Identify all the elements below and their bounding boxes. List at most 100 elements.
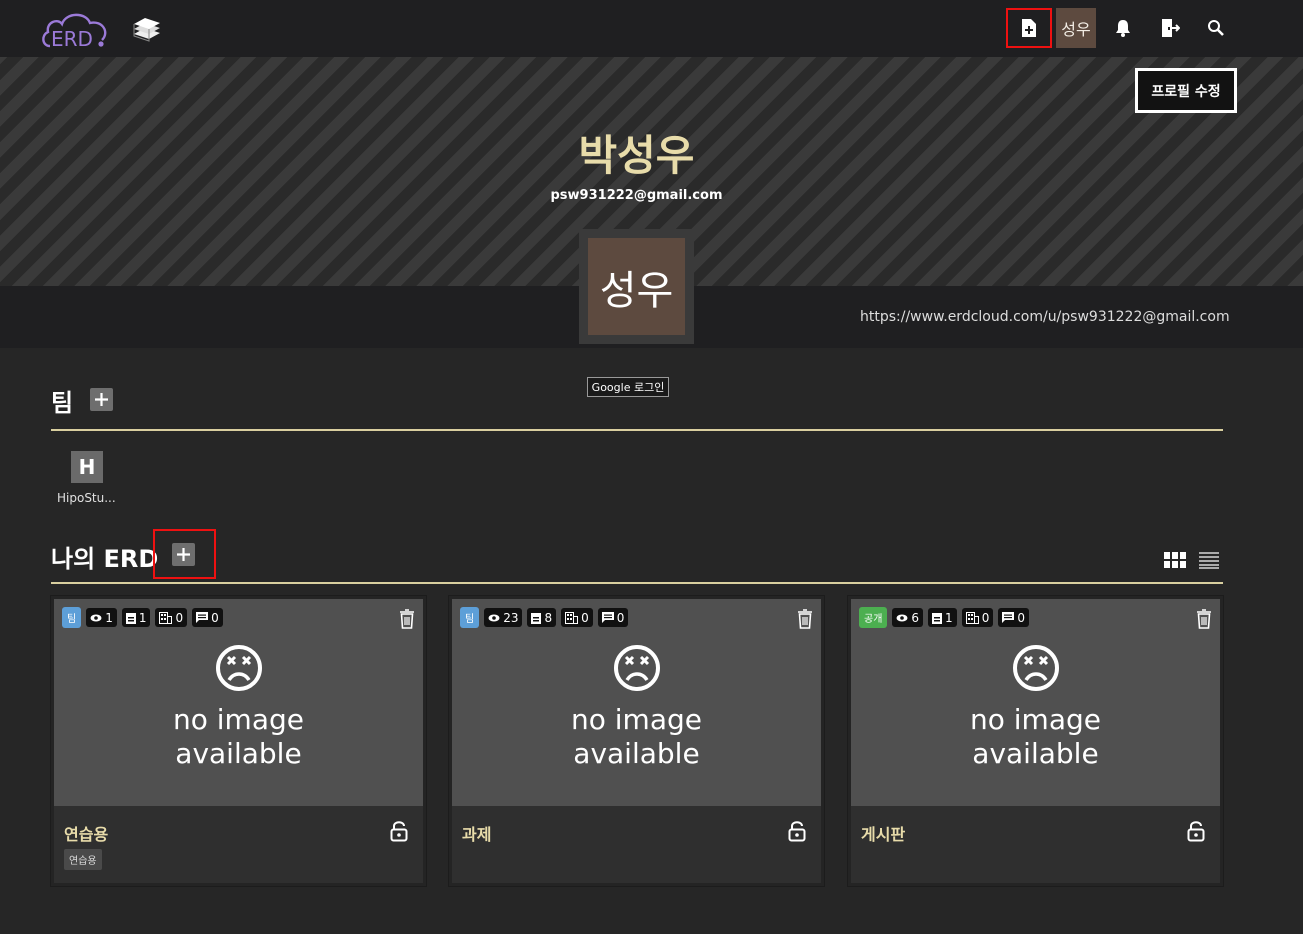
erd-title[interactable]: 연습용 (64, 821, 108, 845)
docs-stat: 1 (121, 608, 151, 627)
cloud-logo-icon: ERD (42, 13, 107, 51)
no-image-line1: no image (970, 703, 1101, 736)
building-icon (159, 611, 173, 624)
team-name[interactable]: HipoStu... (57, 491, 116, 505)
new-file-icon (1022, 19, 1036, 37)
no-image-line2: available (972, 737, 1099, 770)
sad-face-icon (612, 643, 662, 693)
no-image-text: no image available (851, 703, 1220, 771)
eye-icon (488, 614, 500, 621)
erd-badges: 팀 1 1 0 0 (62, 607, 223, 628)
views-stat: 1 (86, 608, 117, 627)
erd-card[interactable]: 팀 1 1 0 0 no image available 연습용 연습용 (51, 596, 426, 886)
trash-icon[interactable] (399, 609, 415, 629)
trash-icon[interactable] (1196, 609, 1212, 629)
notifications-button[interactable] (1106, 8, 1140, 48)
erd-title[interactable]: 과제 (462, 821, 491, 845)
tables-count: 0 (175, 610, 184, 625)
comment-icon (196, 612, 209, 623)
no-image-text: no image available (452, 703, 821, 771)
erdcloud-logo[interactable]: ERD (40, 8, 114, 51)
new-file-button[interactable] (1006, 8, 1052, 48)
erd-card[interactable]: 공개 6 1 0 0 no image available 게시판 (848, 596, 1223, 886)
docs-count: 8 (544, 610, 553, 625)
clipboard-icon (932, 612, 943, 624)
search-button[interactable] (1198, 8, 1234, 48)
comments-count: 0 (211, 610, 219, 625)
erd-badges: 공개 6 1 0 0 (859, 607, 1029, 628)
erd-tag[interactable]: 연습용 (64, 849, 102, 870)
top-bar: ERD 성우 (0, 0, 1303, 57)
unlock-icon (1187, 820, 1205, 842)
sad-face-icon (1011, 643, 1061, 693)
docs-stat: 1 (928, 608, 957, 627)
views-stat: 23 (484, 608, 523, 627)
erd-type-badge: 팀 (62, 607, 82, 628)
logout-icon (1162, 19, 1180, 37)
team-avatar[interactable]: H (71, 451, 103, 483)
no-image-line1: no image (173, 703, 304, 736)
sad-face-icon (214, 643, 264, 693)
unlock-icon (390, 820, 408, 842)
svg-text:ERD: ERD (51, 27, 93, 50)
comments-stat: 0 (192, 608, 223, 627)
trash-icon[interactable] (797, 609, 813, 629)
building-icon (565, 611, 579, 624)
erd-thumbnail: 팀 1 1 0 0 no image available (54, 599, 423, 806)
views-count: 23 (503, 610, 519, 625)
building-icon (965, 611, 979, 624)
erd-thumbnail: 공개 6 1 0 0 no image available (851, 599, 1220, 806)
no-image-line2: available (175, 737, 302, 770)
add-erd-button[interactable] (172, 543, 195, 566)
erd-title[interactable]: 게시판 (861, 821, 905, 845)
comments-count: 0 (1017, 610, 1025, 625)
views-count: 1 (105, 610, 113, 625)
comment-icon (601, 612, 614, 623)
erd-card[interactable]: 팀 23 8 0 0 no image available 과제 (449, 596, 824, 886)
teams-divider (51, 429, 1223, 431)
erd-type-badge: 공개 (859, 607, 888, 628)
tables-stat: 0 (155, 608, 188, 627)
plus-icon (95, 393, 108, 406)
comments-count: 0 (616, 610, 625, 625)
logout-button[interactable] (1152, 8, 1188, 48)
teams-title: 팀 (51, 389, 74, 417)
views-count: 6 (911, 610, 920, 625)
profile-email: psw931222@gmail.com (550, 188, 723, 203)
tables-stat: 0 (961, 608, 994, 627)
list-view-icon[interactable] (1198, 551, 1220, 569)
my-erd-title: 나의 ERD (51, 545, 159, 573)
erd-divider (51, 582, 1223, 584)
profile-url[interactable]: https://www.erdcloud.com/u/psw931222@gma… (860, 309, 1230, 325)
profile-avatar-initials: 성우 (599, 267, 674, 314)
eye-icon (896, 614, 908, 621)
docs-count: 1 (945, 610, 953, 625)
profile-name: 박성우 (578, 131, 695, 180)
no-image-line1: no image (571, 703, 702, 736)
erd-thumbnail: 팀 23 8 0 0 no image available (452, 599, 821, 806)
tables-stat: 0 (561, 608, 593, 627)
clipboard-icon (531, 612, 542, 624)
plus-icon (177, 548, 190, 561)
comments-stat: 0 (998, 608, 1029, 627)
search-icon (1208, 20, 1224, 36)
add-team-button[interactable] (90, 388, 113, 411)
clipboard-icon (125, 612, 136, 624)
comment-icon (1002, 612, 1015, 623)
google-login-tooltip: Google 로그인 (587, 377, 669, 397)
profile-avatar: 성우 (579, 229, 694, 344)
docs-count: 1 (138, 610, 147, 625)
user-avatar-button[interactable]: 성우 (1056, 8, 1096, 48)
edit-profile-button[interactable]: 프로필 수정 (1135, 68, 1237, 113)
books-icon[interactable] (131, 15, 163, 43)
grid-view-icon[interactable] (1164, 551, 1186, 569)
erd-type-badge: 팀 (460, 607, 480, 628)
docs-stat: 8 (527, 608, 557, 627)
views-stat: 6 (892, 608, 924, 627)
tables-count: 0 (581, 610, 589, 625)
tables-count: 0 (981, 610, 990, 625)
bell-icon (1116, 20, 1130, 37)
no-image-text: no image available (54, 703, 423, 771)
no-image-line2: available (573, 737, 700, 770)
unlock-icon (788, 820, 806, 842)
